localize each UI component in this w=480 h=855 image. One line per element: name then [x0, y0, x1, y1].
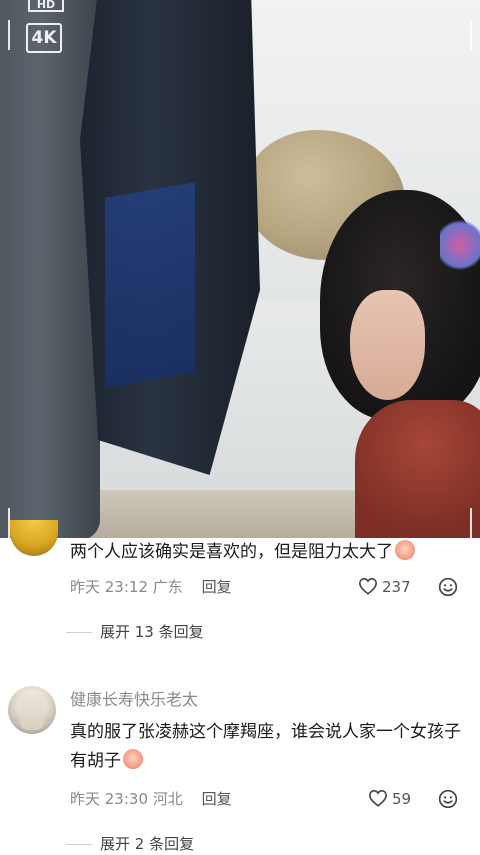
heart-outline-icon — [368, 789, 388, 807]
video-figure-girl-body — [355, 400, 480, 538]
like-button[interactable]: 237 — [358, 576, 411, 598]
like-count: 59 — [392, 790, 412, 808]
expand-divider — [66, 632, 92, 633]
comment-location: 广东 — [152, 578, 183, 596]
expand-label: 展开 2 条回复 — [100, 835, 195, 853]
comment-text: 两个人应该确实是喜欢的，但是阻力太大了 — [70, 538, 466, 567]
video-figure-girl-face — [350, 290, 425, 400]
reply-button[interactable]: 回复 — [202, 790, 232, 808]
like-button[interactable]: 59 — [368, 788, 411, 810]
smiley-icon — [438, 789, 458, 809]
hd-badge: HD — [28, 0, 64, 12]
comment-time: 昨天 23:30 — [70, 790, 148, 808]
react-button[interactable] — [438, 577, 458, 601]
reply-button[interactable]: 回复 — [202, 578, 232, 596]
comment-location: 河北 — [152, 790, 183, 808]
crying-face-emoji — [123, 749, 143, 769]
expand-replies-button[interactable]: 展开 13 条回复 — [66, 621, 204, 643]
4k-badge: 4K — [26, 23, 62, 53]
comment-text: 真的服了张凌赫这个摩羯座，谁会说人家一个女孩子有胡子 — [70, 722, 461, 771]
comment-meta: 昨天 23:12 广东 回复 — [70, 576, 232, 598]
expand-divider — [66, 844, 92, 845]
video-player[interactable]: HD 4K — [0, 0, 480, 538]
avatar[interactable] — [10, 520, 58, 556]
comment-meta: 昨天 23:30 河北 回复 — [70, 788, 232, 810]
frame-corner-bottom-right — [470, 508, 472, 538]
frame-corner-top-right — [470, 20, 472, 50]
heart-outline-icon — [358, 577, 378, 595]
avatar[interactable] — [8, 686, 56, 734]
expand-label: 展开 13 条回复 — [100, 623, 204, 641]
video-ledge — [80, 490, 380, 538]
crying-face-emoji — [395, 540, 415, 560]
smiley-icon — [438, 577, 458, 597]
like-count: 237 — [382, 578, 411, 596]
react-button[interactable] — [438, 789, 458, 813]
comment-username[interactable]: 健康长寿快乐老太 — [70, 688, 198, 712]
expand-replies-button[interactable]: 展开 2 条回复 — [66, 833, 194, 855]
hair-flower — [440, 215, 480, 275]
frame-corner-top-left — [8, 20, 10, 50]
video-figure-left — [0, 0, 100, 538]
comment-time: 昨天 23:12 — [70, 578, 148, 596]
